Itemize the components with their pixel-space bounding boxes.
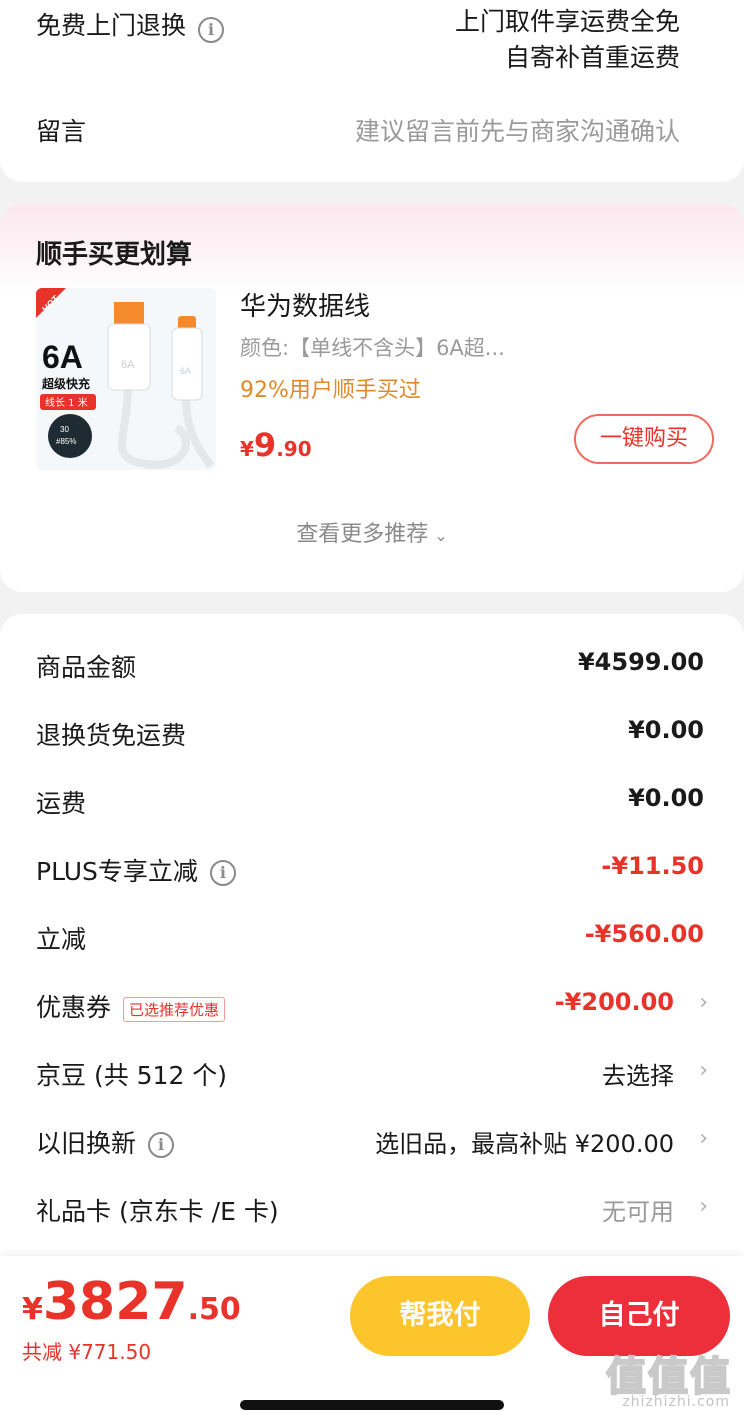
fee-label-text: 退换货免运费 <box>36 721 187 750</box>
fee-label-text: 京豆 (共 512 个) <box>36 1061 228 1090</box>
info-icon[interactable]: i <box>209 860 236 886</box>
fee-label-text: 立减 <box>36 925 87 954</box>
fee-label: 商品金额 <box>36 648 136 684</box>
coupon-badge: 已选推荐优惠 <box>123 996 226 1022</box>
message-input[interactable]: 建议留言前先与商家沟通确认 <box>355 112 680 148</box>
fee-label: 礼品卡 (京东卡 /E 卡) <box>36 1192 279 1228</box>
watermark-text: zhizhizhi.com <box>622 1394 730 1410</box>
fee-value: -¥200.00 <box>554 988 674 1016</box>
return-service-line1: 上门取件享运费全免 <box>454 7 680 36</box>
image-circle-line1: 30 <box>60 425 69 434</box>
image-length-text: 线长 1 米 <box>45 396 88 409</box>
fee-label-text: PLUS专享立减 <box>36 857 198 886</box>
fee-row: 商品金额 ¥4599.00 <box>36 648 708 688</box>
message-label: 留言 <box>36 117 87 146</box>
fee-label: 立减 <box>36 920 86 956</box>
price-dec: .90 <box>276 437 312 461</box>
fee-label: 运费 <box>36 784 86 820</box>
fee-row[interactable]: 礼品卡 (京东卡 /E 卡) 无可用 › <box>36 1192 708 1232</box>
plug-right-text: 6A <box>180 366 191 376</box>
fee-label: 优惠券 已选推荐优惠 <box>36 988 226 1024</box>
price-int: 9 <box>253 426 277 464</box>
fee-value: 去选择 <box>602 1062 674 1090</box>
see-more-recommend[interactable]: 查看更多推荐 ⌄ <box>0 516 744 548</box>
total-symbol: ¥ <box>22 1292 43 1327</box>
fee-label-text: 商品金额 <box>36 653 137 682</box>
fee-card: 商品金额 ¥4599.00 退换货免运费 ¥0.00 运费 ¥0.00 PLUS专享立减 i -… <box>0 614 744 1334</box>
product-name[interactable]: 华为数据线 <box>240 286 370 323</box>
fee-label-text: 优惠券 <box>36 993 112 1022</box>
fee-row: 运费 ¥0.00 <box>36 784 708 824</box>
fee-label: 京豆 (共 512 个) <box>36 1056 227 1092</box>
product-price: ¥9.90 <box>240 426 312 464</box>
product-image[interactable]: HOT 6A 超级快充 线长 1 米 30 #85% 6A 6A <box>36 288 216 470</box>
info-icon[interactable]: i <box>198 16 225 43</box>
checkout-bar: ¥3827.50 共减 ¥771.50 帮我付 自己付 值值值 zhizhizh… <box>0 1256 744 1424</box>
image-sub-text: 超级快充 <box>41 376 90 391</box>
fee-row: 立减 -¥560.00 <box>36 920 708 960</box>
fee-row[interactable]: 以旧换新 i 选旧品，最高补贴 ¥200.00 › <box>36 1124 708 1164</box>
return-service-value: 上门取件享运费全免 自寄补首重运费 <box>455 4 680 76</box>
chevron-right-icon[interactable]: › <box>699 990 708 1015</box>
chevron-right-icon[interactable]: › <box>699 1194 708 1219</box>
fee-label: 以旧换新 i <box>36 1124 175 1160</box>
fee-value: ¥0.00 <box>628 716 704 744</box>
recommend-title: 顺手买更划算 <box>36 240 193 270</box>
plug-left-text: 6A <box>121 359 135 371</box>
cable-illustration: HOT 6A 超级快充 线长 1 米 30 #85% 6A 6A <box>36 288 216 470</box>
home-indicator[interactable] <box>240 1400 504 1410</box>
fee-row[interactable]: 优惠券 已选推荐优惠 -¥200.00 › <box>36 988 708 1028</box>
fee-row[interactable]: 京豆 (共 512 个) 去选择 › <box>36 1056 708 1096</box>
fee-value: -¥560.00 <box>584 920 704 948</box>
recommend-card: 顺手买更划算 HOT 6A 超级快充 线长 1 米 30 #85% 6A 6A … <box>0 204 744 592</box>
image-big-text: 6A <box>42 339 83 375</box>
total-dec: .50 <box>187 1292 241 1327</box>
price-symbol: ¥ <box>240 437 254 461</box>
fee-value: ¥0.00 <box>628 784 704 812</box>
total-price: ¥3827.50 <box>22 1272 241 1332</box>
fee-label-text: 运费 <box>36 789 87 818</box>
fee-label: 退换货免运费 <box>36 716 186 752</box>
chevron-right-icon[interactable]: › <box>699 1058 708 1083</box>
chevron-right-icon[interactable]: › <box>699 1126 708 1151</box>
info-icon[interactable]: i <box>148 1132 175 1158</box>
see-more-label: 查看更多推荐 <box>296 522 429 547</box>
one-click-buy-button[interactable]: 一键购买 <box>574 414 714 464</box>
watermark-logo: 值值值 <box>605 1353 732 1401</box>
fee-row: 退换货免运费 ¥0.00 <box>36 716 708 756</box>
fee-value: 无可用 <box>602 1198 674 1226</box>
fee-label-text: 以旧换新 <box>36 1129 137 1158</box>
fee-label: PLUS专享立减 i <box>36 852 236 888</box>
return-service-label: 免费上门退换 <box>36 11 187 40</box>
product-spec[interactable]: 颜色:【单线不含头】6A超... <box>240 332 505 362</box>
product-tag: 92%用户顺手买过 <box>240 378 421 403</box>
fee-row: PLUS专享立减 i -¥11.50 <box>36 852 708 892</box>
order-options-card: 免费上门退换 i 上门取件享运费全免 自寄补首重运费 留言 建议留言前先与商家沟通… <box>0 0 744 182</box>
fee-value: 选旧品，最高补贴 ¥200.00 <box>375 1130 674 1158</box>
image-circle-line2: #85% <box>56 437 76 446</box>
help-me-pay-button[interactable]: 帮我付 <box>350 1276 530 1356</box>
total-saved: 共减 ¥771.50 <box>22 1340 152 1364</box>
chevron-down-icon: ⌄ <box>434 526 448 545</box>
fee-value: ¥4599.00 <box>577 648 704 676</box>
return-service-line2: 自寄补首重运费 <box>504 43 680 72</box>
fee-value: -¥11.50 <box>601 852 704 880</box>
total-int: 3827 <box>42 1272 188 1332</box>
fee-label-text: 礼品卡 (京东卡 /E 卡) <box>36 1197 279 1226</box>
